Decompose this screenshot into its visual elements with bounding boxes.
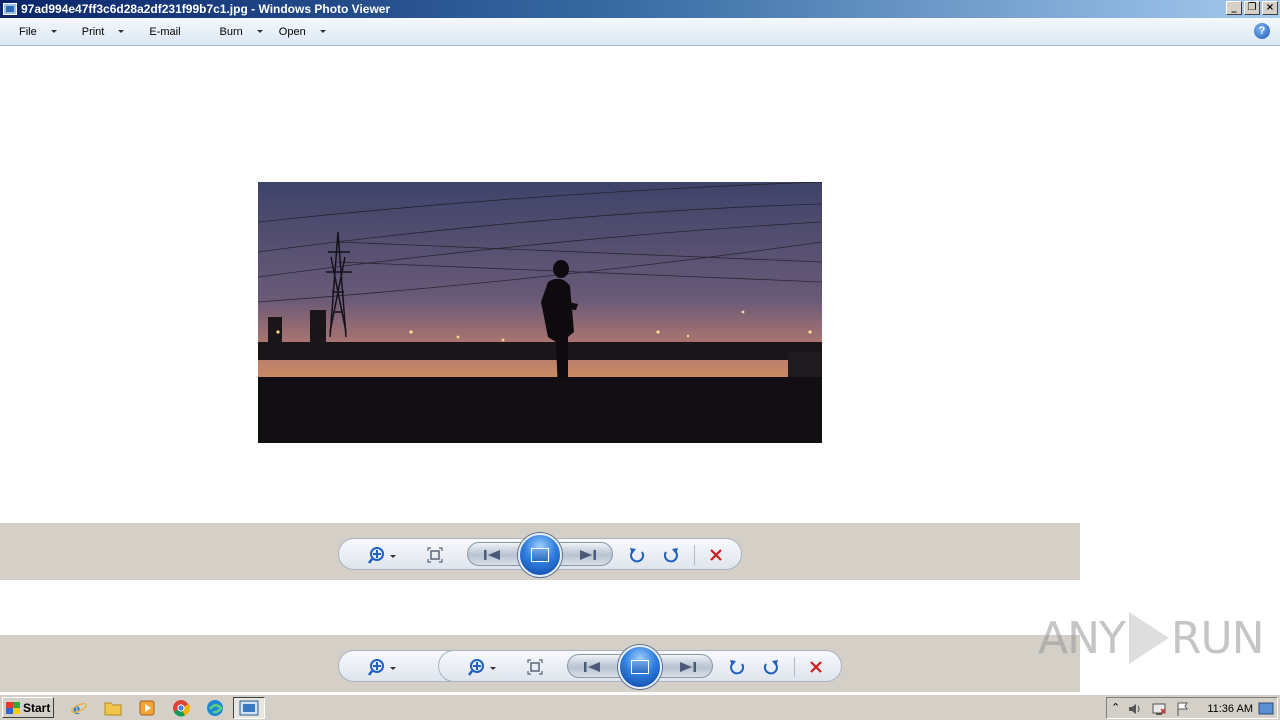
- action-center-flag-icon[interactable]: [1175, 701, 1191, 717]
- menu-file[interactable]: File: [13, 21, 63, 43]
- svg-text:e: e: [73, 701, 80, 717]
- folder-icon[interactable]: [104, 699, 122, 717]
- menu-open-label: Open: [278, 25, 306, 38]
- play-logo-icon: [1128, 612, 1169, 664]
- media-player-icon[interactable]: [138, 699, 156, 717]
- zoom-button[interactable]: [366, 545, 400, 565]
- restore-button[interactable]: ❐: [1244, 1, 1260, 15]
- menu-burn[interactable]: Burn: [214, 21, 269, 43]
- previous-button[interactable]: [578, 657, 606, 677]
- rotate-clockwise-button[interactable]: [760, 657, 782, 677]
- show-desktop-icon[interactable]: [1258, 701, 1274, 717]
- displayed-photo: [258, 182, 822, 443]
- photo-viewer-icon: [239, 700, 259, 716]
- delete-button[interactable]: [705, 545, 727, 565]
- rotate-counterclockwise-icon: [630, 548, 645, 563]
- next-icon: [680, 662, 696, 672]
- next-button[interactable]: [574, 545, 602, 565]
- fit-to-window-icon: [427, 547, 443, 563]
- zoom-button[interactable]: [366, 657, 400, 677]
- menu-bar: File Print E-mail Burn Open ?: [0, 18, 1280, 46]
- show-hidden-icons-icon[interactable]: ⌃: [1111, 701, 1120, 714]
- edge-icon[interactable]: [206, 699, 224, 717]
- zoom-icon: [368, 659, 396, 676]
- menu-email[interactable]: E-mail: [143, 21, 186, 43]
- start-label: Start: [23, 700, 51, 715]
- chrome-icon[interactable]: [172, 699, 190, 717]
- menu-open[interactable]: Open: [273, 21, 332, 43]
- previous-icon: [484, 550, 500, 560]
- fit-to-window-button[interactable]: [425, 545, 445, 565]
- viewer-controls-strip-duplicate: [0, 635, 1080, 692]
- windows-logo-icon: [6, 701, 20, 714]
- toolbar-divider: [794, 657, 795, 677]
- photo-viewer-taskbar-button[interactable]: [233, 697, 265, 719]
- next-icon: [580, 550, 596, 560]
- rotate-clockwise-button[interactable]: [660, 545, 682, 565]
- rotate-clockwise-icon: [663, 548, 678, 563]
- next-button[interactable]: [674, 657, 702, 677]
- taskbar: Start e ⌃ 11:36 AM: [0, 694, 1280, 720]
- system-tray: ⌃ 11:36 AM: [1106, 697, 1278, 719]
- clock[interactable]: 11:36 AM: [1207, 703, 1253, 715]
- previous-icon: [584, 662, 600, 672]
- chevron-down-icon: [50, 30, 57, 33]
- window-controls: _ ❐ ×: [1226, 1, 1278, 15]
- sunset-silhouette-image: [258, 182, 822, 443]
- rotate-counterclockwise-button[interactable]: [726, 657, 748, 677]
- delete-button[interactable]: [805, 657, 827, 677]
- viewer-controls-strip: [0, 523, 1080, 580]
- minimize-button[interactable]: _: [1226, 1, 1242, 15]
- rotate-counterclockwise-icon: [730, 660, 745, 675]
- start-button[interactable]: Start: [2, 697, 54, 718]
- window-title: 97ad994e47ff3c6d28a2df231f99b7c1.jpg - W…: [21, 2, 391, 16]
- zoom-icon: [368, 547, 396, 564]
- chevron-down-icon: [256, 30, 263, 33]
- slideshow-icon: [531, 548, 549, 562]
- menu-file-label: File: [19, 25, 37, 38]
- fit-to-window-icon: [527, 659, 543, 675]
- rotate-counterclockwise-button[interactable]: [626, 545, 648, 565]
- chevron-down-icon: [319, 30, 326, 33]
- slideshow-icon: [631, 660, 649, 674]
- previous-button[interactable]: [478, 545, 506, 565]
- zoom-button[interactable]: [466, 657, 500, 677]
- menu-print[interactable]: Print: [76, 21, 131, 43]
- chevron-down-icon: [118, 30, 125, 33]
- menu-email-label: E-mail: [149, 25, 181, 38]
- close-button[interactable]: ×: [1262, 1, 1278, 15]
- slideshow-button[interactable]: [618, 645, 662, 689]
- toolbar-divider: [694, 545, 695, 565]
- menu-print-label: Print: [81, 25, 105, 38]
- title-bar: 97ad994e47ff3c6d28a2df231f99b7c1.jpg - W…: [0, 0, 1280, 18]
- menu-burn-label: Burn: [219, 25, 243, 38]
- watermark-left: ANY: [1038, 612, 1126, 664]
- photo-viewer-app-icon: [3, 3, 17, 15]
- delete-icon: [810, 661, 822, 673]
- fit-to-window-button[interactable]: [525, 657, 545, 677]
- zoom-icon: [468, 659, 496, 676]
- network-icon[interactable]: [1151, 701, 1167, 717]
- slideshow-button[interactable]: [518, 533, 562, 577]
- internet-explorer-icon[interactable]: e: [70, 699, 88, 717]
- help-icon[interactable]: ?: [1254, 23, 1270, 39]
- rotate-clockwise-icon: [763, 660, 778, 675]
- volume-icon[interactable]: [1127, 701, 1143, 717]
- delete-icon: [710, 549, 722, 561]
- watermark-right: RUN: [1170, 612, 1265, 664]
- anyrun-watermark: ANY RUN: [1038, 606, 1265, 670]
